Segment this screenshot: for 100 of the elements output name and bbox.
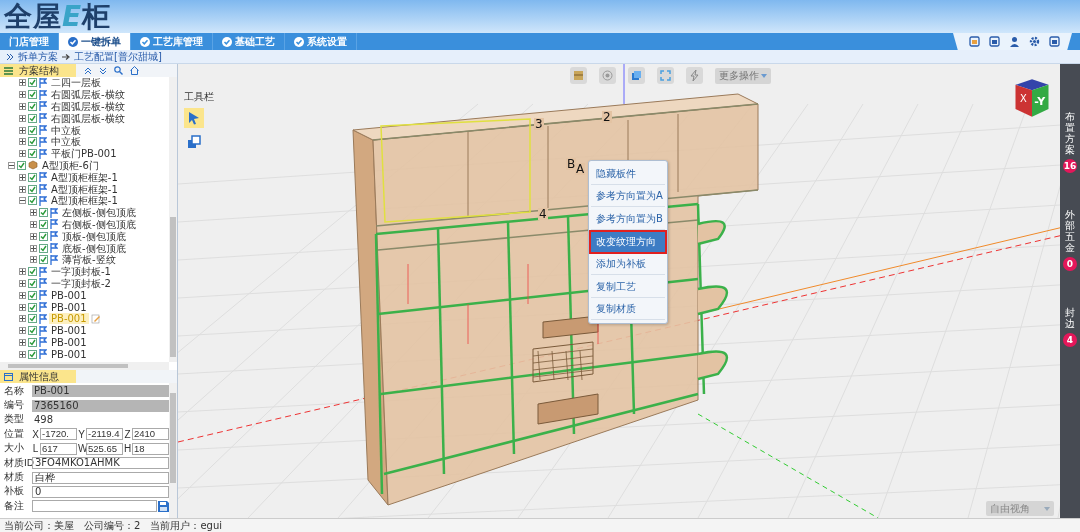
tree-node-label[interactable]: 底板-侧包顶底 xyxy=(60,242,128,254)
tree-node-label[interactable]: 右侧板-侧包顶底 xyxy=(60,218,138,230)
search-icon[interactable] xyxy=(114,66,123,75)
tree-node-label[interactable]: 顶板-侧包顶底 xyxy=(60,230,128,242)
save-icon[interactable] xyxy=(158,500,169,512)
input-field[interactable]: 525.65 xyxy=(86,442,123,455)
tree-node-label[interactable]: 右圆弧层板-横纹 xyxy=(49,101,127,112)
sidebar-tab[interactable]: 封边 xyxy=(1065,307,1075,329)
tree-checkbox[interactable] xyxy=(28,113,37,123)
tree-checkbox[interactable] xyxy=(17,160,26,170)
tree-node-label[interactable]: 二四一层板 xyxy=(49,77,103,89)
input-field[interactable]: 2410 xyxy=(132,428,169,441)
tree-node-label[interactable]: 一字顶封板-1 xyxy=(49,266,113,278)
expand-toggle[interactable] xyxy=(19,303,26,311)
expand-toggle[interactable] xyxy=(19,103,26,110)
tree-checkbox[interactable] xyxy=(28,314,37,324)
expand-toggle[interactable] xyxy=(19,173,26,181)
expand-toggle[interactable] xyxy=(19,279,26,287)
tree-node-label[interactable]: PB-001 xyxy=(49,325,89,337)
expand-toggle[interactable] xyxy=(19,114,26,122)
tree-checkbox[interactable] xyxy=(28,267,37,277)
tree-checkbox[interactable] xyxy=(28,125,37,135)
input-field[interactable] xyxy=(32,500,157,513)
expand-toggle[interactable] xyxy=(19,91,26,99)
expand-toggle[interactable] xyxy=(19,79,26,87)
input-field[interactable]: 0 xyxy=(32,485,169,498)
tree-checkbox[interactable] xyxy=(28,278,37,288)
nav-tab[interactable]: 一键拆单 xyxy=(59,33,131,50)
expand-toggle[interactable] xyxy=(19,350,26,358)
tree-checkbox[interactable] xyxy=(28,149,37,159)
menu-item[interactable]: 参考方向置为B xyxy=(591,209,665,230)
expand-toggle[interactable] xyxy=(19,268,26,276)
input-field[interactable]: -1720. xyxy=(40,428,77,441)
menu-item[interactable]: 参考方向置为A xyxy=(591,186,665,208)
collapse-all-icon[interactable] xyxy=(84,66,92,75)
expand-toggle[interactable] xyxy=(8,161,15,169)
input-field[interactable]: 18 xyxy=(132,442,169,455)
expand-toggle[interactable] xyxy=(19,197,26,205)
tree-node-label[interactable]: PB-001 xyxy=(49,301,89,313)
tree-checkbox[interactable] xyxy=(39,243,48,253)
scrollbar[interactable] xyxy=(169,383,177,518)
tree-checkbox[interactable] xyxy=(28,349,37,359)
tree-node-label[interactable]: A型顶柜-6门 xyxy=(40,159,101,171)
expand-toggle[interactable] xyxy=(30,232,37,240)
expand-toggle[interactable] xyxy=(19,327,26,335)
input-field[interactable]: 3FO4MKO1AHMK xyxy=(32,457,169,470)
expand-toggle[interactable] xyxy=(19,315,26,323)
tree-checkbox[interactable] xyxy=(28,302,37,312)
tree-node-label[interactable]: 中立板 xyxy=(49,136,83,148)
copy-button[interactable] xyxy=(628,67,645,84)
tree-checkbox[interactable] xyxy=(39,231,48,241)
expand-toggle[interactable] xyxy=(19,338,26,346)
expand-toggle[interactable] xyxy=(19,138,26,146)
sidebar-tab[interactable]: 外部五金 xyxy=(1065,209,1075,253)
lightning-button[interactable] xyxy=(686,67,703,84)
menu-item[interactable]: 复制材质 xyxy=(591,299,665,321)
expand-toggle[interactable] xyxy=(30,256,37,264)
menu-icon[interactable] xyxy=(4,66,13,75)
expand-toggle[interactable] xyxy=(30,244,37,252)
tree-checkbox[interactable] xyxy=(28,290,37,300)
tree-checkbox[interactable] xyxy=(28,184,37,194)
menu-item[interactable]: 复制工艺 xyxy=(591,276,665,298)
tree-checkbox[interactable] xyxy=(39,208,48,218)
tree-node-label[interactable]: PB-001 xyxy=(49,289,89,301)
expand-toggle[interactable] xyxy=(19,185,26,193)
axis-cube[interactable]: X -Y xyxy=(1012,76,1052,120)
tree-node-label[interactable]: 右圆弧层板-横纹 xyxy=(49,89,127,101)
input-field[interactable]: -2119.4 xyxy=(86,428,123,441)
tree-checkbox[interactable] xyxy=(39,255,48,265)
tree-checkbox[interactable] xyxy=(28,90,37,100)
tree-node-label[interactable]: PB-001 xyxy=(49,348,89,360)
expand-icon[interactable] xyxy=(6,52,14,61)
window-icon[interactable] xyxy=(969,36,980,47)
tree-node-label[interactable]: 薄背板-竖纹 xyxy=(60,254,118,266)
tree-checkbox[interactable] xyxy=(28,102,37,111)
tree-node-label[interactable]: 平板门PB-001 xyxy=(49,148,119,160)
tree-node-label[interactable]: 中立板 xyxy=(49,124,83,136)
home-icon[interactable] xyxy=(130,66,139,75)
tree-node-label[interactable]: 左侧板-侧包顶底 xyxy=(60,207,138,219)
expand-toggle[interactable] xyxy=(19,126,26,134)
menu-item[interactable]: 隐藏板件 xyxy=(591,164,665,185)
tree-node-label[interactable]: A型顶柜框架-1 xyxy=(49,183,120,195)
expand-all-icon[interactable] xyxy=(99,66,107,75)
sidebar-tab[interactable]: 布置方案 xyxy=(1065,111,1075,155)
cabinet-button[interactable] xyxy=(570,67,587,84)
tree-node-label[interactable]: A型顶柜框架-1 xyxy=(49,195,120,207)
scrollbar[interactable] xyxy=(0,362,169,370)
pointer-tool[interactable] xyxy=(184,108,204,128)
tree-node-label[interactable]: 一字顶封板-2 xyxy=(49,277,113,289)
settings-icon[interactable] xyxy=(1029,36,1040,47)
menu-item[interactable]: 改变纹理方向 xyxy=(591,231,665,253)
input-field[interactable]: 白桦 xyxy=(32,471,169,484)
tree-checkbox[interactable] xyxy=(28,337,37,347)
tree-checkbox[interactable] xyxy=(28,196,37,206)
tree-checkbox[interactable] xyxy=(28,172,37,182)
menu-item[interactable]: 添加为补板 xyxy=(591,254,665,275)
scrollbar[interactable] xyxy=(169,77,177,362)
tree-checkbox[interactable] xyxy=(28,137,37,147)
tree-checkbox[interactable] xyxy=(39,219,48,229)
expand-toggle[interactable] xyxy=(30,209,37,217)
